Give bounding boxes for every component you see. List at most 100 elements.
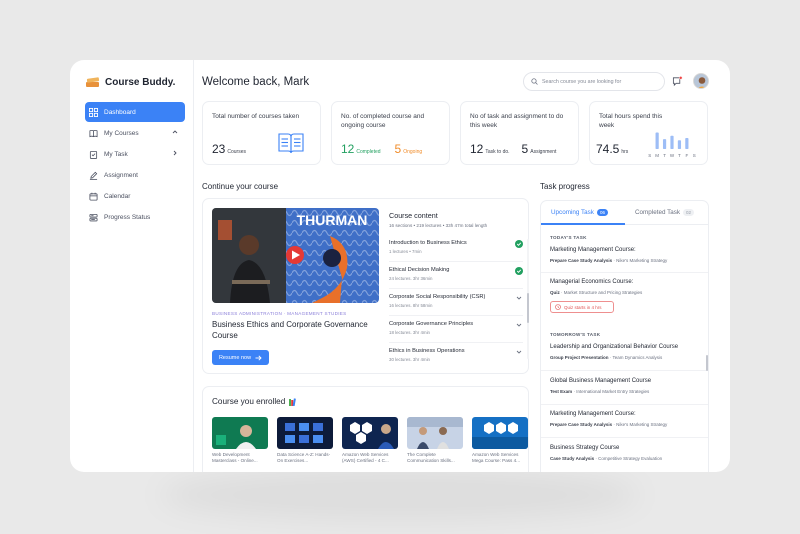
completed-value: 12 <box>341 142 355 156</box>
lecture-item[interactable]: Ethical Decision Making 24 lectures. 3hr… <box>389 262 523 289</box>
stat-card-hours: Total hours spend this week 74.5 hrs SMT… <box>589 101 708 165</box>
chevron-down-icon <box>516 296 522 300</box>
sidebar-item-my-courses[interactable]: My Courses <box>85 123 185 143</box>
stat-values: 23 Courses <box>212 142 246 156</box>
course-thumbnail[interactable] <box>342 417 398 449</box>
course-image <box>407 417 463 449</box>
quiz-chip-text: Quiz starts in 4 hrs <box>564 304 602 310</box>
resume-button[interactable]: Resume now <box>212 350 269 365</box>
enrolled-courses-card: Course you enrolled Web Development Mast… <box>202 386 529 472</box>
task-subtitle: Test Exam · International Market Entry S… <box>550 389 650 394</box>
task-type: Quiz <box>550 290 560 295</box>
background-shadow <box>160 470 640 520</box>
assignment-label: Assignment <box>530 149 557 155</box>
lecture-title: Corporate Social Responsibility (CSR) <box>389 294 486 300</box>
course-video[interactable]: THURMAN <box>212 208 379 303</box>
page-title: Welcome back, Mark <box>202 76 310 88</box>
course-image <box>277 417 333 449</box>
course-thumbnail[interactable] <box>277 417 333 449</box>
stat-values: 12 Completed 5 Ongoing <box>341 142 422 156</box>
course-content-title: Course content <box>389 211 438 220</box>
task-title: Business Strategy Course <box>550 445 620 451</box>
task-item[interactable]: Leadership and Organizational Behavior C… <box>541 344 708 371</box>
search-input[interactable]: Search course you are looking for <box>523 72 665 91</box>
chevron-down-icon <box>516 350 522 354</box>
check-circle-icon <box>515 240 523 248</box>
task-title: Leadership and Organizational Behavior C… <box>550 344 679 350</box>
tab-upcoming-task[interactable]: Upcoming Task 06 <box>551 209 608 216</box>
avatar[interactable] <box>693 73 709 89</box>
task-type: Case Study Analysis <box>550 456 595 461</box>
arrow-right-icon <box>255 354 262 361</box>
task-value: 12 <box>470 142 484 156</box>
course-thumbnail[interactable] <box>212 417 268 449</box>
tab-count-badge: 02 <box>683 209 695 216</box>
user-photo-icon <box>694 74 708 88</box>
lecture-item[interactable]: Introduction to Business Ethics 1 lectur… <box>389 235 523 262</box>
lecture-scrollbar-thumb[interactable] <box>527 293 529 323</box>
lecture-title: Corporate Governance Principles <box>389 321 474 327</box>
day-label: T <box>663 153 666 158</box>
sidebar-item-label: My Task <box>104 150 128 158</box>
video-banner-text: THURMAN <box>297 212 368 228</box>
task-item[interactable]: Global Business Management Course Test E… <box>541 378 708 405</box>
course-title: Business Ethics and Corporate Governance… <box>212 320 368 340</box>
task-title: Managerial Economics Course: <box>550 279 634 285</box>
stat-card-tasks: No of task and assignment to do this wee… <box>460 101 579 165</box>
sidebar-item-label: Dashboard <box>104 108 136 116</box>
lecture-item[interactable]: Ethics in Business Operations 30 lecture… <box>389 343 523 370</box>
tab-completed-task[interactable]: Completed Task 02 <box>635 209 695 216</box>
task-type: Group Project Presentation <box>550 355 609 360</box>
chevron-down-icon <box>516 323 522 327</box>
stat-label: No of task and assignment to do this wee… <box>470 113 564 129</box>
continue-section-title: Continue your course <box>202 182 279 191</box>
sidebar-item-assignment[interactable]: Assignment <box>85 165 185 185</box>
app-name: Course Buddy. <box>105 76 176 88</box>
sidebar-item-dashboard[interactable]: Dashboard <box>85 102 185 122</box>
course-image <box>342 417 398 449</box>
day-label: T <box>678 153 681 158</box>
course-category: BUSINESS ADMINISTRATION · MANAGEMENT STU… <box>212 311 347 316</box>
course-content-meta: 16 sections • 219 lectures • 33h 47m tot… <box>389 223 488 228</box>
hours-bar <box>670 135 674 149</box>
task-title: Global Business Management Course <box>550 378 652 384</box>
chat-notification-icon[interactable] <box>672 76 683 87</box>
sidebar: Course Buddy. Dashboard My Courses My Ta… <box>70 60 194 472</box>
task-detail: Nike's Marketing Strategy <box>616 422 668 427</box>
task-item[interactable]: Business Strategy Course Case Study Anal… <box>541 445 708 472</box>
tomorrows-task-label: TOMORROW'S TASK <box>550 332 601 337</box>
todays-task-label: TODAY'S TASK <box>550 235 587 240</box>
hours-unit: hrs <box>621 149 629 155</box>
task-item[interactable]: Marketing Management Course: Prepare Cas… <box>541 247 708 273</box>
lecture-item[interactable]: Corporate Governance Principles 18 lectu… <box>389 316 523 343</box>
course-thumbnail[interactable] <box>472 417 528 449</box>
task-subtitle: Case Study Analysis · Competitive Strate… <box>550 456 663 461</box>
day-label: S <box>693 153 696 158</box>
course-caption: Web Development Masterclass - Online... <box>212 452 258 463</box>
course-caption: Amazon Web Services (AWS) Certified - 4 … <box>342 452 389 463</box>
task-label: Task to do. <box>485 149 510 155</box>
hours-bar <box>655 132 659 149</box>
chevron-up-icon <box>172 130 178 134</box>
pencil-icon <box>89 171 98 180</box>
task-item[interactable]: Marketing Management Course: Prepare Cas… <box>541 411 708 438</box>
lecture-item[interactable]: Corporate Social Responsibility (CSR) 16… <box>389 289 523 316</box>
task-subtitle: Group Project Presentation · Team Dynami… <box>550 355 663 360</box>
sidebar-item-progress-status[interactable]: Progress Status <box>85 207 185 227</box>
hours-value: 74.5 <box>596 142 620 156</box>
course-image <box>472 417 528 449</box>
task-item[interactable]: Managerial Economics Course: Quiz · Mark… <box>541 279 708 323</box>
grid-icon <box>89 107 98 117</box>
search-icon <box>531 78 538 85</box>
resume-label: Resume now <box>218 354 252 361</box>
sidebar-item-label: Progress Status <box>104 213 151 221</box>
stat-values: 74.5 hrs <box>596 142 628 156</box>
sidebar-item-calendar[interactable]: Calendar <box>85 186 185 206</box>
task-scrollbar-thumb[interactable] <box>706 355 708 371</box>
task-title: Marketing Management Course: <box>550 411 636 417</box>
lecture-meta: 16 lectures. 8hr 58min <box>389 303 433 308</box>
sidebar-item-my-task[interactable]: My Task <box>85 144 185 164</box>
progress-icon <box>89 213 98 221</box>
app-logo[interactable]: Course Buddy. <box>86 76 175 88</box>
course-thumbnail[interactable] <box>407 417 463 449</box>
